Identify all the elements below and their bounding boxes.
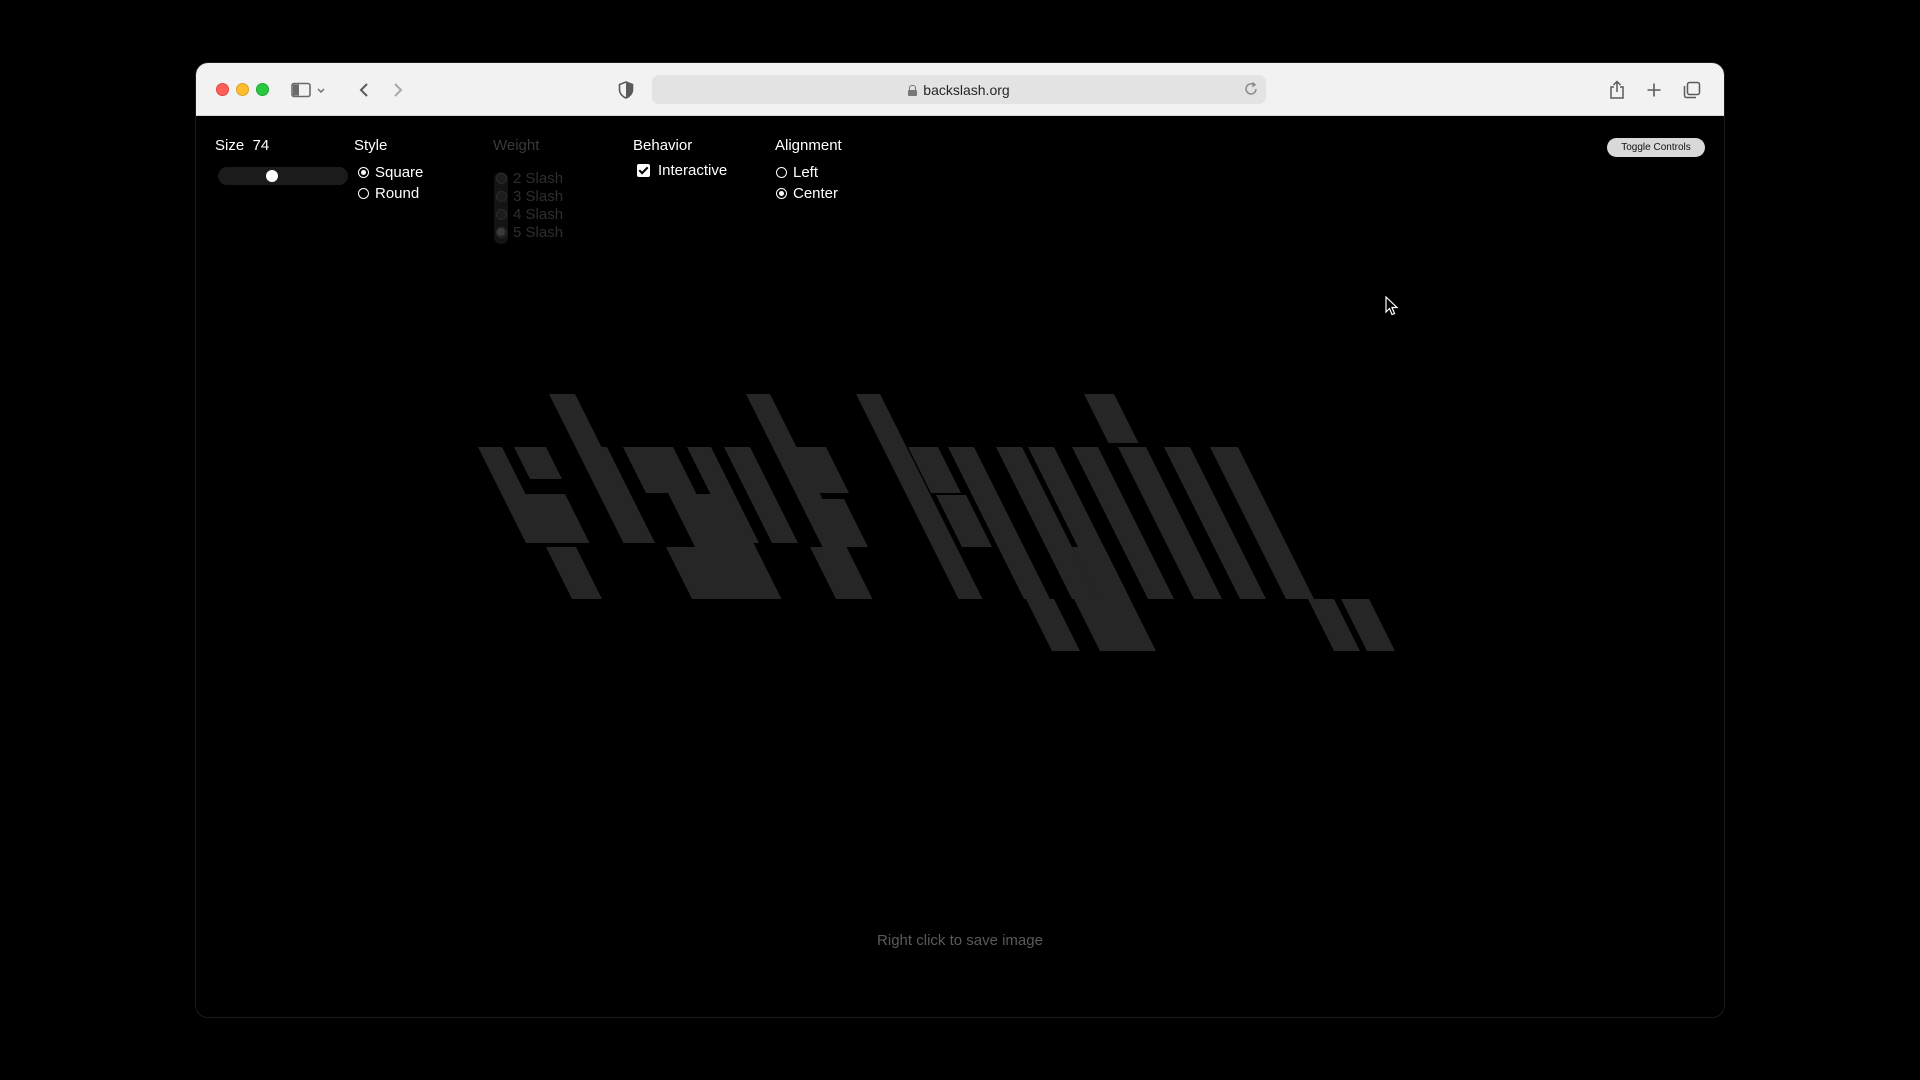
chevron-left-icon — [359, 83, 368, 97]
sidebar-icon — [291, 82, 325, 98]
browser-window: backslash.org Size 74 Style Square Round… — [196, 63, 1724, 1017]
slash-stripe — [1084, 394, 1139, 443]
tab-overview-button[interactable] — [1678, 76, 1706, 104]
address-bar[interactable]: backslash.org — [652, 75, 1266, 104]
chevron-right-icon — [394, 83, 403, 97]
slash-art-canvas[interactable] — [196, 116, 1724, 1017]
maximize-window-button[interactable] — [256, 83, 269, 96]
browser-toolbar: backslash.org — [196, 63, 1724, 116]
reload-icon — [1245, 81, 1257, 95]
reload-button[interactable] — [1242, 80, 1260, 98]
forward-button[interactable] — [384, 76, 412, 104]
page-content: Size 74 Style Square Round Weight 2 Slas… — [196, 116, 1724, 1017]
share-icon — [1610, 80, 1624, 99]
share-button[interactable] — [1603, 76, 1631, 104]
new-tab-button[interactable] — [1640, 76, 1668, 104]
slash-stripe — [1026, 599, 1080, 651]
url-text: backslash.org — [923, 82, 1010, 98]
plus-icon — [1647, 83, 1661, 97]
mouse-cursor-icon — [1385, 296, 1399, 316]
lock-icon — [908, 85, 918, 96]
slash-stripe — [514, 447, 562, 479]
minimize-window-button[interactable] — [236, 83, 249, 96]
sidebar-toggle-button[interactable] — [288, 76, 328, 104]
slash-stripe — [810, 547, 872, 599]
close-window-button[interactable] — [216, 83, 229, 96]
privacy-report-button[interactable] — [612, 76, 640, 104]
back-button[interactable] — [350, 76, 378, 104]
save-image-hint: Right click to save image — [877, 932, 1043, 949]
slash-stripe — [546, 547, 602, 599]
shield-icon — [618, 81, 634, 99]
tab-overview-icon — [1683, 81, 1701, 99]
